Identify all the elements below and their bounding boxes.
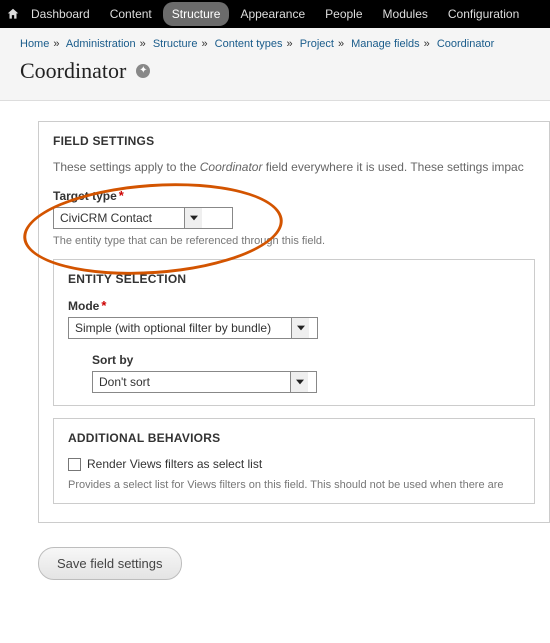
- nav-dashboard[interactable]: Dashboard: [22, 2, 99, 26]
- crumb-home[interactable]: Home: [20, 38, 49, 50]
- sort-by-select[interactable]: Don't sort: [92, 371, 317, 393]
- entity-selection-title: ENTITY SELECTION: [68, 272, 520, 286]
- nav-appearance[interactable]: Appearance: [231, 2, 314, 26]
- mode-select[interactable]: Simple (with optional filter by bundle): [68, 317, 318, 339]
- nav-modules[interactable]: Modules: [374, 2, 437, 26]
- sort-by-group: Sort by Don't sort: [92, 353, 520, 393]
- nav-people[interactable]: People: [316, 2, 371, 26]
- main-content: FIELD SETTINGS These settings apply to t…: [0, 101, 550, 600]
- chevron-down-icon: [291, 318, 309, 338]
- crumb-admin[interactable]: Administration: [66, 38, 136, 50]
- crumb-coordinator[interactable]: Coordinator: [437, 38, 494, 50]
- field-settings-intro: These settings apply to the Coordinator …: [53, 160, 535, 174]
- entity-selection-fieldset: ENTITY SELECTION Mode* Simple (with opti…: [53, 259, 535, 406]
- sort-by-value: Don't sort: [93, 372, 290, 392]
- page-header-region: Home» Administration» Structure» Content…: [0, 28, 550, 101]
- field-settings-title: FIELD SETTINGS: [53, 134, 535, 148]
- save-button[interactable]: Save field settings: [38, 547, 182, 580]
- nav-content[interactable]: Content: [101, 2, 161, 26]
- home-icon[interactable]: [6, 7, 20, 21]
- sort-by-label: Sort by: [92, 353, 520, 367]
- crumb-structure[interactable]: Structure: [153, 38, 198, 50]
- crumb-manage-fields[interactable]: Manage fields: [351, 38, 420, 50]
- chevron-down-icon: [290, 372, 308, 392]
- mode-label: Mode*: [68, 298, 520, 313]
- crumb-project[interactable]: Project: [300, 38, 334, 50]
- target-type-value: CiviCRM Contact: [54, 208, 184, 228]
- page-title: Coordinator ✦: [20, 58, 530, 84]
- additional-behaviors-fieldset: ADDITIONAL BEHAVIORS Render Views filter…: [53, 418, 535, 504]
- target-type-label: Target type*: [53, 188, 535, 203]
- target-type-desc: The entity type that can be referenced t…: [53, 235, 535, 247]
- page-title-text: Coordinator: [20, 58, 126, 84]
- additional-behaviors-title: ADDITIONAL BEHAVIORS: [68, 431, 520, 445]
- nav-structure[interactable]: Structure: [163, 2, 230, 26]
- render-views-checkbox[interactable]: [68, 458, 81, 471]
- render-views-label: Render Views filters as select list: [87, 457, 262, 471]
- admin-toolbar: Dashboard Content Structure Appearance P…: [0, 0, 550, 28]
- render-views-desc: Provides a select list for Views filters…: [68, 479, 520, 491]
- target-type-group: Target type* CiviCRM Contact The entity …: [53, 188, 535, 247]
- chevron-down-icon: [184, 208, 202, 228]
- crumb-content-types[interactable]: Content types: [215, 38, 283, 50]
- breadcrumb: Home» Administration» Structure» Content…: [20, 38, 530, 50]
- mode-value: Simple (with optional filter by bundle): [69, 318, 291, 338]
- nav-configuration[interactable]: Configuration: [439, 2, 528, 26]
- gear-icon[interactable]: ✦: [136, 64, 150, 78]
- field-settings-fieldset: FIELD SETTINGS These settings apply to t…: [38, 121, 550, 523]
- target-type-select[interactable]: CiviCRM Contact: [53, 207, 233, 229]
